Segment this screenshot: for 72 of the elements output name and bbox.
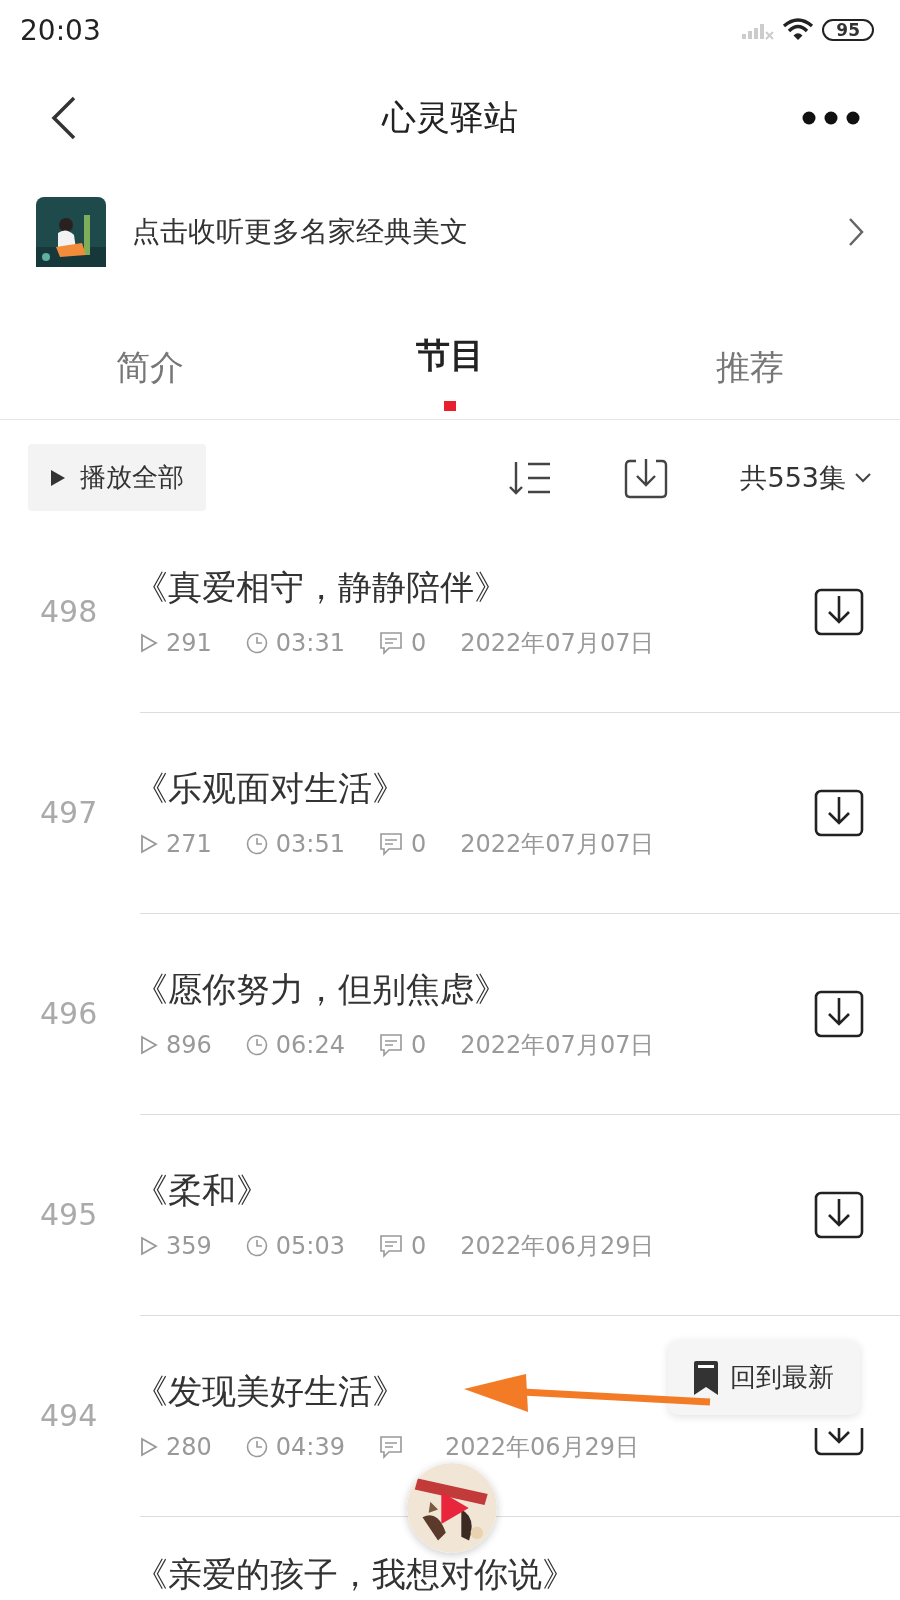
tab[interactable]: 节目: [416, 333, 484, 379]
play-count: 359: [166, 1231, 212, 1260]
comment-count: 0: [411, 1030, 427, 1059]
bookmark-icon: [694, 1360, 718, 1395]
episode-number: 494: [39, 1398, 99, 1433]
download-icon[interactable]: [814, 788, 864, 837]
more-icon[interactable]: [802, 110, 860, 125]
back-to-latest-button[interactable]: 回到最新: [668, 1340, 860, 1415]
play-count-icon: [140, 1235, 158, 1256]
comment-count: 0: [411, 829, 427, 858]
play-count-icon: [140, 632, 158, 653]
duration: 05:03: [275, 1231, 345, 1260]
status-time: 20:03: [20, 13, 101, 47]
tab[interactable]: 推荐: [716, 345, 784, 391]
sort-icon[interactable]: [508, 459, 553, 496]
episode-number: 495: [39, 1197, 99, 1232]
clock-icon: [245, 1435, 268, 1458]
duration: 03:51: [275, 829, 345, 858]
play-all-button[interactable]: 播放全部: [28, 444, 206, 511]
publish-date: 2022年06月29日: [445, 1431, 640, 1463]
comment-count: 0: [411, 1231, 427, 1260]
comment-count: 0: [411, 628, 427, 657]
episode-number: 496: [39, 996, 99, 1031]
tab[interactable]: 简介: [116, 345, 184, 391]
comment-icon: [379, 831, 403, 856]
episode-title[interactable]: 《柔和》: [134, 1167, 270, 1214]
duration: 04:39: [275, 1432, 345, 1461]
episode-title[interactable]: 《愿你努力，但别焦虑》: [134, 966, 508, 1013]
episode-title[interactable]: 《真爱相守，静静陪伴》: [134, 564, 508, 611]
download-icon[interactable]: [814, 587, 864, 636]
episode-title[interactable]: 《乐观面对生活》: [134, 765, 406, 812]
wifi-icon: [782, 18, 815, 42]
download-icon[interactable]: [624, 456, 669, 499]
publish-date: 2022年07月07日: [460, 828, 655, 860]
download-icon[interactable]: [814, 1190, 864, 1239]
play-count-icon: [140, 1436, 158, 1457]
play-count-icon: [140, 1034, 158, 1055]
duration: 03:31: [275, 628, 345, 657]
duration: 06:24: [275, 1030, 345, 1059]
download-icon[interactable]: [814, 1428, 864, 1456]
page-title: 心灵驿站: [382, 95, 518, 139]
publish-date: 2022年07月07日: [460, 1029, 655, 1061]
play-count: 291: [166, 628, 212, 657]
episode-count-dropdown[interactable]: 共553集: [740, 459, 872, 496]
comment-icon: [379, 1434, 403, 1459]
episode-title[interactable]: 《发现美好生活》: [134, 1368, 406, 1415]
play-count-icon: [140, 833, 158, 854]
comment-icon: [379, 1032, 403, 1057]
publish-date: 2022年07月07日: [460, 627, 655, 659]
clock-icon: [245, 1033, 268, 1056]
comment-icon: [379, 630, 403, 655]
episode-number: 498: [39, 594, 99, 629]
battery-indicator: 95: [822, 19, 874, 41]
play-icon: [50, 468, 66, 487]
download-icon[interactable]: [814, 989, 864, 1038]
episode-number: 497: [39, 795, 99, 830]
play-icon[interactable]: [441, 1492, 469, 1524]
promo-banner[interactable]: 点击收听更多名家经典美文: [0, 175, 900, 289]
episode-title[interactable]: 《亲爱的孩子，我想对你说》: [134, 1552, 576, 1598]
banner-text: 点击收听更多名家经典美文: [132, 214, 469, 250]
clock-icon: [245, 832, 268, 855]
chevron-right-icon: [848, 217, 864, 247]
clock-icon: [245, 1234, 268, 1257]
back-icon[interactable]: [50, 95, 78, 140]
clock-icon: [245, 631, 268, 654]
play-count: 896: [166, 1030, 212, 1059]
play-count: 271: [166, 829, 212, 858]
tab-indicator: [444, 401, 456, 411]
comment-icon: [379, 1233, 403, 1258]
chevron-down-icon: [854, 471, 872, 484]
publish-date: 2022年06月29日: [460, 1230, 655, 1262]
play-count: 280: [166, 1432, 212, 1461]
